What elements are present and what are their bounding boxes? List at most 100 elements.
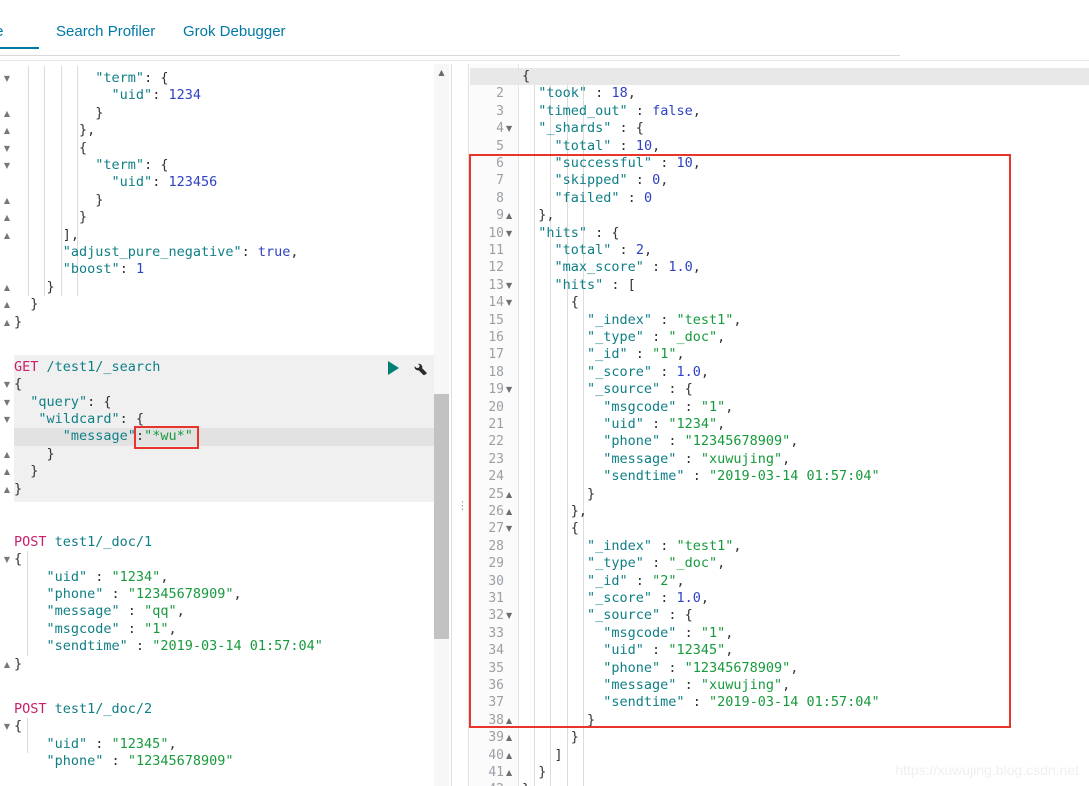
code-line[interactable]: "wildcard": { [14, 411, 144, 428]
code-line[interactable]: } [14, 105, 103, 122]
code-line[interactable]: } [522, 486, 595, 503]
code-line[interactable]: "_type" : "_doc", [522, 329, 725, 346]
code-line[interactable]: "sendtime" : "2019-03-14 01:57:04" [14, 638, 323, 655]
code-line[interactable]: "term": { [14, 70, 168, 87]
code-line[interactable]: { [14, 376, 22, 393]
fold-expand-icon[interactable]: ▲ [506, 503, 516, 520]
code-line[interactable]: "phone" : "12345678909", [522, 433, 798, 450]
request-scrollbar-track[interactable]: ▲ [434, 64, 449, 786]
fold-collapse-icon[interactable]: ▼ [2, 394, 12, 411]
fold-collapse-icon[interactable]: ▼ [2, 157, 12, 174]
fold-collapse-icon[interactable]: ▼ [506, 381, 516, 398]
fold-expand-icon[interactable]: ▲ [2, 463, 12, 480]
code-line[interactable]: "uid" : "1234", [14, 569, 169, 586]
scroll-up-arrow[interactable]: ▲ [434, 68, 449, 77]
fold-collapse-icon[interactable]: ▼ [2, 411, 12, 428]
code-line[interactable]: "msgcode" : "1", [14, 621, 177, 638]
code-line[interactable]: "uid": 123456 [14, 174, 218, 191]
fold-collapse-icon[interactable]: ▼ [506, 607, 516, 624]
code-line[interactable]: "timed_out" : false, [522, 103, 701, 120]
code-line[interactable]: "max_score" : 1.0, [522, 259, 701, 276]
tab-search-profiler[interactable]: Search Profiler [56, 23, 155, 49]
fold-expand-icon[interactable]: ▲ [506, 486, 516, 503]
code-line[interactable]: "uid" : "12345", [522, 642, 733, 659]
fold-expand-icon[interactable]: ▲ [2, 314, 12, 331]
code-line[interactable]: } [14, 192, 103, 209]
request-method-line[interactable]: POST test1/_doc/1 [14, 534, 152, 551]
code-line[interactable]: } [14, 446, 55, 463]
code-line[interactable]: "hits" : { [522, 225, 619, 242]
fold-collapse-icon[interactable]: ▼ [2, 718, 12, 735]
code-line[interactable]: "boost": 1 [14, 261, 144, 278]
fold-expand-icon[interactable]: ▲ [506, 781, 516, 786]
code-line[interactable]: { [470, 68, 1089, 86]
code-line[interactable]: "_source" : { [522, 381, 693, 398]
code-line[interactable]: "_id" : "1", [522, 346, 685, 363]
code-line[interactable]: } [14, 296, 38, 313]
code-line[interactable]: }, [522, 207, 554, 224]
fold-expand-icon[interactable]: ▲ [506, 764, 516, 781]
code-line[interactable]: { [14, 140, 87, 157]
fold-expand-icon[interactable]: ▲ [2, 122, 12, 139]
code-line[interactable]: "phone" : "12345678909" [14, 753, 234, 770]
code-line[interactable]: }, [14, 122, 95, 139]
fold-expand-icon[interactable]: ▲ [506, 729, 516, 746]
fold-expand-icon[interactable]: ▲ [2, 656, 12, 673]
tab-grok-debugger[interactable]: Grok Debugger [183, 23, 286, 49]
code-line[interactable]: "message" : "xuwujing", [522, 677, 790, 694]
code-line[interactable]: } [14, 209, 87, 226]
code-line[interactable]: } [14, 314, 22, 331]
play-icon[interactable] [388, 361, 399, 376]
code-line[interactable]: "_id" : "2", [522, 573, 685, 590]
code-line[interactable]: { [522, 294, 579, 311]
fold-expand-icon[interactable]: ▲ [506, 712, 516, 729]
code-line[interactable]: "uid" : "12345", [14, 736, 177, 753]
code-line[interactable]: "sendtime" : "2019-03-14 01:57:04" [522, 468, 879, 485]
code-line[interactable]: { [14, 718, 22, 735]
request-method-line[interactable]: POST test1/_doc/2 [14, 701, 152, 718]
fold-collapse-icon[interactable]: ▼ [506, 225, 516, 242]
fold-expand-icon[interactable]: ▲ [2, 296, 12, 313]
code-line[interactable]: } [522, 712, 595, 729]
code-line[interactable]: "msgcode" : "1", [522, 399, 733, 416]
fold-expand-icon[interactable]: ▲ [2, 105, 12, 122]
fold-expand-icon[interactable]: ▲ [2, 209, 12, 226]
code-line[interactable]: } [522, 781, 530, 786]
fold-expand-icon[interactable]: ▲ [506, 747, 516, 764]
code-line[interactable]: } [14, 481, 22, 498]
code-line[interactable]: "_score" : 1.0, [522, 364, 709, 381]
tab-console[interactable]: sole [0, 23, 38, 49]
code-line[interactable]: } [14, 279, 55, 296]
fold-expand-icon[interactable]: ▲ [2, 481, 12, 498]
fold-collapse-icon[interactable]: ▼ [2, 70, 12, 87]
code-line[interactable]: "uid" : "1234", [522, 416, 725, 433]
code-line[interactable]: "message":"*wu*" [14, 428, 193, 445]
code-line[interactable]: "successful" : 10, [522, 155, 701, 172]
response-editor[interactable]: 1▼{2 "took" : 18,3 "timed_out" : false,4… [470, 64, 1089, 786]
fold-expand-icon[interactable]: ▲ [2, 192, 12, 209]
fold-collapse-icon[interactable]: ▼ [2, 140, 12, 157]
code-line[interactable]: } [522, 764, 546, 781]
fold-collapse-icon[interactable]: ▼ [2, 376, 12, 393]
code-line[interactable]: "_index" : "test1", [522, 538, 741, 555]
pane-resizer[interactable]: ⋮ [452, 64, 468, 786]
code-line[interactable]: ], [14, 227, 79, 244]
request-editor[interactable]: ▼ "term": { "uid": 1234 ▲ } ▲ }, ▼ {▼ "term… [0, 64, 450, 786]
code-line[interactable]: { [14, 551, 22, 568]
request-method-line[interactable]: GET /test1/_search [14, 359, 160, 376]
code-line[interactable]: "_type" : "_doc", [522, 555, 725, 572]
fold-expand-icon[interactable]: ▲ [2, 279, 12, 296]
code-line[interactable]: "_score" : 1.0, [522, 590, 709, 607]
fold-collapse-icon[interactable]: ▼ [506, 277, 516, 294]
code-line[interactable]: "sendtime" : "2019-03-14 01:57:04" [522, 694, 879, 711]
fold-collapse-icon[interactable]: ▼ [506, 120, 516, 137]
code-line[interactable]: "phone" : "12345678909", [522, 660, 798, 677]
code-line[interactable]: }, [522, 503, 587, 520]
code-line[interactable]: "skipped" : 0, [522, 172, 669, 189]
fold-collapse-icon[interactable]: ▼ [506, 520, 516, 537]
fold-collapse-icon[interactable]: ▼ [2, 551, 12, 568]
code-line[interactable]: } [522, 729, 579, 746]
code-line[interactable]: "term": { [14, 157, 168, 174]
request-scrollbar-thumb[interactable] [434, 394, 449, 639]
code-line[interactable]: "_index" : "test1", [522, 312, 741, 329]
